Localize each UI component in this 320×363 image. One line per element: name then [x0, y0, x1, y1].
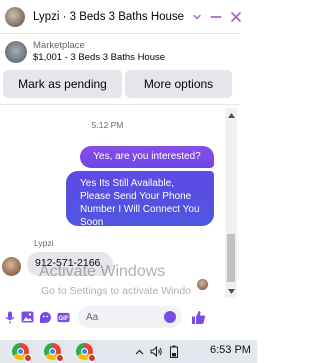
thread-scrollbar[interactable] — [225, 108, 237, 298]
sender-avatar[interactable] — [2, 257, 21, 276]
messenger-window: Lypzi · 3 Beds 3 Baths House Marketplace… — [0, 0, 257, 363]
sticker-icon[interactable] — [39, 310, 52, 324]
chrome-icon[interactable] — [74, 341, 96, 362]
chat-title[interactable]: Lypzi · 3 Beds 3 Baths House — [33, 11, 184, 23]
chevron-down-icon[interactable] — [192, 11, 202, 23]
like-icon[interactable] — [190, 309, 206, 325]
chrome-icon[interactable] — [42, 341, 64, 362]
message-composer: GIF Aa — [0, 302, 240, 332]
volume-icon[interactable] — [150, 346, 163, 357]
taskbar: 6:53 PM — [0, 340, 257, 363]
message-input-placeholder: Aa — [86, 311, 99, 323]
more-options-button[interactable]: More options — [125, 70, 232, 98]
chat-header: Lypzi · 3 Beds 3 Baths House — [0, 0, 242, 34]
listing-thumbnail — [5, 41, 27, 63]
sender-name: Lypzi — [34, 238, 54, 248]
close-icon[interactable] — [230, 10, 242, 24]
clock[interactable]: 6:53 PM — [210, 344, 251, 356]
scroll-up-arrow-icon[interactable] — [225, 110, 237, 120]
scrollbar-thumb[interactable] — [227, 234, 235, 282]
system-tray — [135, 340, 185, 363]
listing-actions: Mark as pending More options — [3, 70, 233, 98]
header-divider — [0, 104, 240, 105]
mark-as-pending-button[interactable]: Mark as pending — [3, 70, 122, 98]
microphone-icon[interactable] — [3, 310, 16, 324]
outgoing-message[interactable]: Yes, are you interested? — [80, 146, 214, 168]
listing-price-title: $1,001 - 3 Beds 3 Baths House — [33, 52, 166, 63]
battery-icon[interactable] — [169, 345, 179, 358]
emoji-icon[interactable] — [164, 311, 176, 323]
scroll-down-arrow-icon[interactable] — [225, 286, 237, 296]
outgoing-message[interactable]: Yes Its Still Available, Please Send You… — [66, 171, 214, 228]
image-icon[interactable] — [21, 310, 34, 324]
message-thread: 5:12 PM Yes, are you interested? Yes Its… — [0, 108, 237, 298]
gif-icon[interactable]: GIF — [57, 310, 70, 324]
chevron-up-icon[interactable] — [135, 349, 144, 355]
listing-summary[interactable]: Marketplace $1,001 - 3 Beds 3 Baths Hous… — [0, 36, 240, 68]
message-timestamp: 5:12 PM — [91, 120, 124, 130]
minimize-icon[interactable] — [210, 10, 222, 24]
message-input[interactable]: Aa — [78, 306, 182, 328]
incoming-message[interactable]: 912-571-2166 — [27, 252, 113, 276]
chrome-icon[interactable] — [10, 341, 32, 362]
svg-text:GIF: GIF — [58, 315, 68, 321]
contact-avatar[interactable] — [5, 6, 25, 27]
listing-source: Marketplace — [33, 40, 85, 51]
seen-indicator-avatar — [197, 279, 208, 290]
